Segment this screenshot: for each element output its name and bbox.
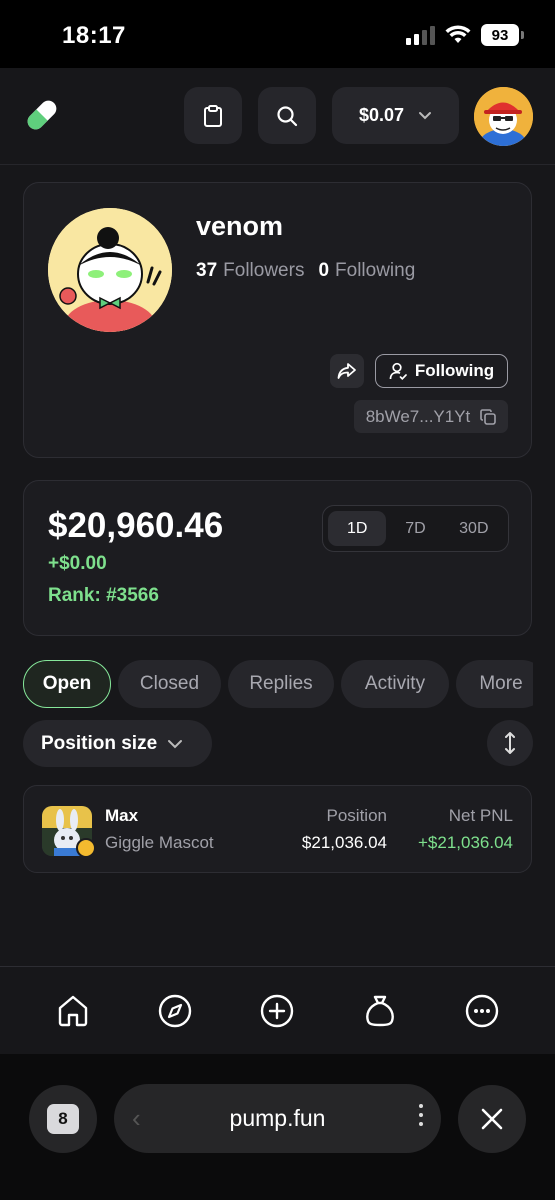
wallet-address-chip[interactable]: 8bWe7...Y1Yt xyxy=(354,400,508,433)
browser-toolbar: 8 ‹ pump.fun xyxy=(0,1054,555,1200)
tab-count: 8 xyxy=(47,1104,79,1134)
followers-count: 37 xyxy=(196,260,218,281)
period-selector: 1D 7D 30D xyxy=(322,505,509,552)
followers-label: Followers xyxy=(223,260,305,281)
more-icon xyxy=(465,994,499,1027)
following-button-label: Following xyxy=(414,361,495,380)
nav-home[interactable] xyxy=(53,991,93,1031)
profile-stats: 37 Followers 0 Following xyxy=(196,260,415,282)
compass-icon xyxy=(159,994,192,1027)
close-button[interactable] xyxy=(458,1085,526,1153)
tab-open[interactable]: Open xyxy=(23,660,111,708)
tab-replies[interactable]: Replies xyxy=(228,660,334,708)
period-1d[interactable]: 1D xyxy=(328,511,387,546)
back-chevron-icon[interactable]: ‹ xyxy=(132,1103,141,1134)
nav-rewards[interactable] xyxy=(360,991,400,1031)
profile-avatar-illustration xyxy=(48,208,172,332)
sort-dropdown[interactable]: Position size xyxy=(23,720,212,767)
chevron-down-icon xyxy=(419,112,432,120)
following-button[interactable]: Following xyxy=(375,354,508,388)
clipboard-button[interactable] xyxy=(184,87,242,144)
clipboard-icon xyxy=(204,104,222,127)
plus-circle-icon xyxy=(261,994,294,1027)
close-icon xyxy=(481,1108,503,1130)
net-pnl-header: Net PNL xyxy=(448,806,513,825)
profile-tabs: Open Closed Replies Activity More xyxy=(23,660,533,708)
home-icon xyxy=(58,995,88,1026)
following-count: 0 xyxy=(318,260,330,281)
battery-icon: 93 xyxy=(481,24,524,46)
sort-arrows-icon xyxy=(505,732,515,754)
wallet-address: 8bWe7...Y1Yt xyxy=(365,406,471,426)
top-bar: $0.07 xyxy=(0,68,555,165)
tab-activity[interactable]: Activity xyxy=(341,660,449,708)
nav-more[interactable] xyxy=(462,991,502,1031)
user-rank: Rank: #3566 xyxy=(48,585,159,606)
user-avatar[interactable] xyxy=(474,87,533,146)
sort-label: Position size xyxy=(41,732,158,754)
period-7d[interactable]: 7D xyxy=(386,511,444,546)
status-icons: 93 xyxy=(406,24,524,46)
wallet-balance: $0.07 xyxy=(358,105,405,125)
browser-tabs-button[interactable]: 8 xyxy=(29,1085,97,1153)
copy-icon xyxy=(480,408,497,425)
search-button[interactable] xyxy=(258,87,316,144)
followers-link[interactable]: 37 Followers xyxy=(196,260,304,281)
status-bar: 18:17 93 xyxy=(0,0,555,68)
token-subtitle: Giggle Mascot xyxy=(105,833,214,852)
nav-create[interactable] xyxy=(257,991,297,1031)
nav-explore[interactable] xyxy=(155,991,195,1031)
money-bag-icon xyxy=(365,995,394,1026)
app-screen: $0.07 venom 37 Followers 0 Following Fol… xyxy=(0,68,555,1054)
portfolio-card: $20,960.46 +$0.00 Rank: #3566 1D 7D 30D xyxy=(23,480,532,636)
wifi-icon xyxy=(445,25,471,43)
position-value: $21,036.04 xyxy=(301,833,387,852)
period-30d[interactable]: 30D xyxy=(445,511,503,546)
search-icon xyxy=(277,105,298,126)
pill-logo-icon[interactable] xyxy=(22,95,62,135)
tab-more[interactable]: More xyxy=(456,660,533,708)
following-link[interactable]: 0 Following xyxy=(318,260,415,281)
portfolio-change: +$0.00 xyxy=(48,553,107,574)
following-label: Following xyxy=(335,260,416,281)
url-bar[interactable]: ‹ pump.fun xyxy=(114,1084,441,1153)
bnb-chain-badge-icon xyxy=(76,838,96,858)
position-row[interactable]: Max Giggle Mascot Position $21,036.04 Ne… xyxy=(23,785,532,873)
tab-closed[interactable]: Closed xyxy=(118,660,221,708)
chevron-down-icon xyxy=(168,739,183,748)
portfolio-value: $20,960.46 xyxy=(48,506,224,545)
sort-order-button[interactable] xyxy=(487,720,533,766)
share-button[interactable] xyxy=(330,354,364,388)
token-name: Max xyxy=(105,806,139,825)
profile-card: venom 37 Followers 0 Following Following 8b… xyxy=(23,182,532,458)
avatar-illustration xyxy=(474,87,533,146)
url-text: pump.fun xyxy=(229,1105,326,1131)
share-icon xyxy=(337,363,356,379)
user-check-icon xyxy=(389,362,407,380)
net-pnl-value: +$21,036.04 xyxy=(417,833,513,852)
cellular-signal-icon xyxy=(406,25,435,45)
wallet-balance-button[interactable]: $0.07 xyxy=(332,87,459,144)
bottom-nav xyxy=(0,966,555,1054)
profile-avatar xyxy=(48,208,172,332)
position-header: Position xyxy=(326,806,387,825)
more-vertical-icon[interactable] xyxy=(419,1104,423,1126)
status-time: 18:17 xyxy=(62,22,126,49)
profile-name: venom xyxy=(196,211,284,241)
